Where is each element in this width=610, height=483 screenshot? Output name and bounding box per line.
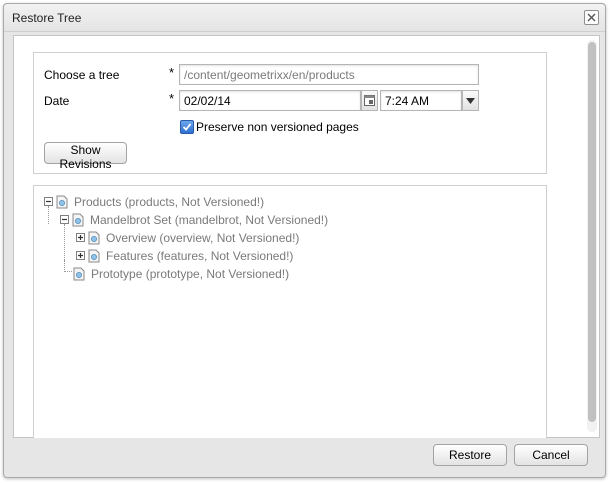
- tree-connector: [64, 260, 65, 270]
- page-icon: [73, 267, 85, 281]
- tree-node-label: Features (features, Not Versioned!): [106, 249, 294, 263]
- restore-tree-dialog: Restore Tree Choose a tree * Date *: [3, 3, 606, 478]
- expand-icon[interactable]: [76, 233, 85, 242]
- tree-connector: [64, 271, 72, 272]
- page-icon: [72, 213, 84, 227]
- tree-node-label: Mandelbrot Set (mandelbrot, Not Versione…: [90, 213, 329, 227]
- time-dropdown-button[interactable]: [462, 90, 479, 111]
- tree-path-input[interactable]: [179, 64, 479, 85]
- date-picker-button[interactable]: [361, 90, 378, 111]
- scrollbar-thumb[interactable]: [588, 42, 596, 422]
- tree-connector: [48, 206, 49, 224]
- required-marker: *: [169, 91, 175, 106]
- show-revisions-button[interactable]: Show Revisions: [44, 142, 127, 171]
- collapse-icon[interactable]: [60, 215, 69, 224]
- time-input[interactable]: [380, 90, 462, 111]
- calendar-icon: [364, 95, 375, 106]
- restore-button[interactable]: Restore: [433, 444, 507, 466]
- page-icon: [56, 195, 68, 209]
- tree-panel: Products (products, Not Versioned!) Mand…: [33, 185, 547, 438]
- collapse-icon[interactable]: [44, 197, 53, 206]
- cancel-button[interactable]: Cancel: [514, 444, 588, 466]
- required-marker: *: [169, 65, 175, 80]
- page-icon: [88, 231, 100, 245]
- tree-path-label: Choose a tree: [44, 68, 120, 82]
- preserve-label: Preserve non versioned pages: [196, 120, 359, 134]
- preserve-checkbox[interactable]: [180, 120, 194, 134]
- form-panel: Choose a tree * Date *: [33, 52, 547, 174]
- close-button[interactable]: [584, 10, 599, 25]
- tree-node-label: Products (products, Not Versioned!): [74, 195, 265, 209]
- chevron-down-icon: [466, 98, 475, 104]
- tree-node-label: Prototype (prototype, Not Versioned!): [91, 267, 290, 281]
- checkmark-icon: [182, 123, 192, 131]
- page-icon: [88, 249, 100, 263]
- date-input[interactable]: [179, 90, 361, 111]
- dialog-titlebar[interactable]: Restore Tree: [4, 4, 605, 32]
- vertical-scrollbar[interactable]: [587, 40, 597, 432]
- dialog-title: Restore Tree: [12, 11, 82, 25]
- dialog-body: Choose a tree * Date *: [13, 35, 600, 438]
- date-label: Date: [44, 94, 70, 108]
- tree-node-label: Overview (overview, Not Versioned!): [106, 231, 300, 245]
- expand-icon[interactable]: [76, 251, 85, 260]
- close-icon: [587, 13, 596, 22]
